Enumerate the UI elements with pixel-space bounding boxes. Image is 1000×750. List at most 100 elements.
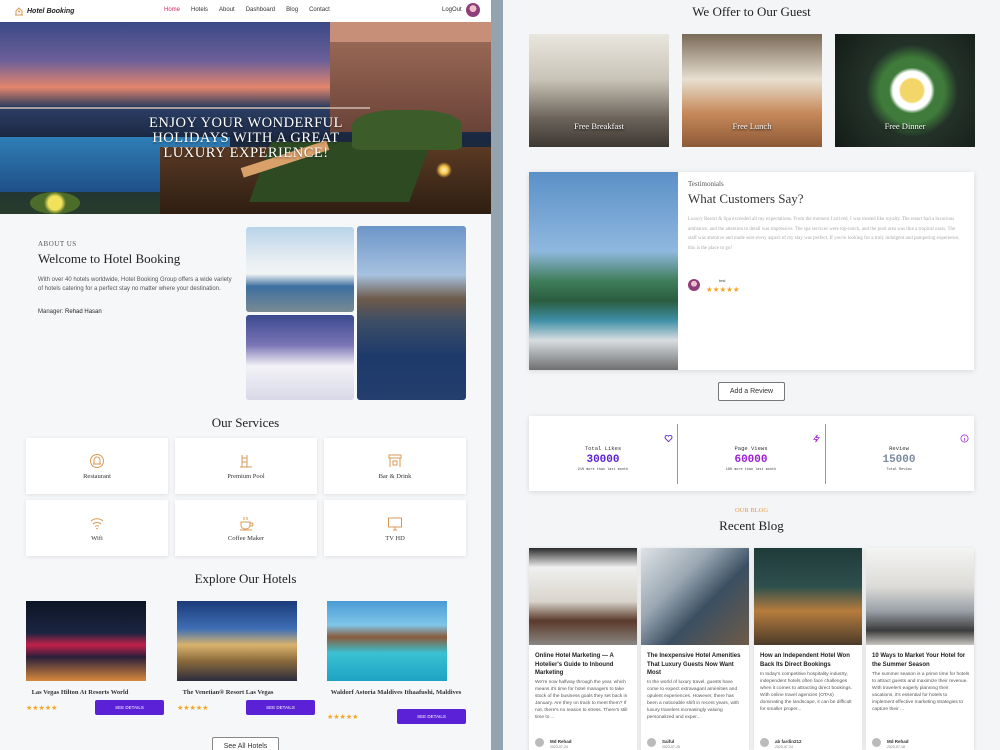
stat-title: Page Views bbox=[734, 445, 768, 452]
blog-author: Saiful bbox=[662, 739, 675, 744]
see-details-button[interactable]: SEE DETAILS bbox=[397, 709, 466, 724]
service-label: TV HD bbox=[385, 534, 405, 542]
wifi-icon bbox=[90, 517, 104, 529]
nav-dashboard[interactable]: Dashboard bbox=[246, 7, 275, 13]
author-avatar bbox=[647, 738, 656, 747]
brand-logo[interactable]: Hotel Booking bbox=[14, 6, 74, 16]
service-label: Coffee Maker bbox=[227, 534, 265, 542]
service-card-bar[interactable]: Bar & Drink bbox=[324, 438, 466, 494]
about-image-cliff bbox=[357, 226, 466, 400]
author-avatar bbox=[535, 738, 544, 747]
blog-date: 2023-07-24 bbox=[775, 745, 793, 749]
author-avatar bbox=[760, 738, 769, 747]
testimonial-text: Luxury Resort & Spa exceeded all my expe… bbox=[688, 217, 960, 251]
stat-review: Review 15000 Total Review bbox=[825, 416, 973, 491]
reviewer-avatar bbox=[688, 279, 700, 291]
testimonial-title: What Customers Say? bbox=[688, 191, 804, 206]
blog-author: Md Rehad bbox=[550, 739, 572, 744]
tv-icon bbox=[388, 517, 402, 530]
reviewer-stars: ★★★★★ bbox=[706, 285, 740, 294]
stat-subtitle: 21% more than last month bbox=[577, 468, 629, 472]
blog-author: ab fardin212 bbox=[775, 739, 802, 744]
hotel-logo-icon bbox=[15, 7, 23, 16]
service-label: Bar & Drink bbox=[378, 472, 412, 480]
about-text: With over 40 hotels worldwide, Hotel Boo… bbox=[38, 277, 232, 292]
about-image-terrace bbox=[246, 227, 354, 312]
stat-value: 60000 bbox=[734, 454, 768, 466]
stat-subtitle: Total Review bbox=[886, 468, 912, 472]
right-page-panel: We Offer to Our Guest Free Breakfast Fre… bbox=[503, 0, 1000, 750]
heart-icon bbox=[664, 435, 673, 443]
service-label: Wifi bbox=[91, 534, 103, 542]
service-card-restaurant[interactable]: Restaurant bbox=[26, 438, 168, 494]
service-label: Premium Pool bbox=[227, 472, 265, 480]
blog-card-title[interactable]: How an Independent Hotel Won Back Its Di… bbox=[760, 652, 858, 669]
see-details-button[interactable]: SEE DETAILS bbox=[95, 700, 164, 715]
blog-card[interactable]: The Inexpensive Hotel Amenities That Lux… bbox=[641, 548, 749, 750]
hero-title: Enjoy Your Wonderful Holidays With A Gre… bbox=[149, 115, 343, 161]
stat-total-likes: Total Likes 30000 21% more than last mon… bbox=[529, 416, 677, 491]
blog-image bbox=[866, 548, 974, 645]
blog-card-excerpt: We're now halfway through the year, whic… bbox=[535, 680, 628, 720]
author-avatar bbox=[872, 738, 881, 747]
blog-card-excerpt: In today's competitive hospitality indus… bbox=[760, 672, 852, 712]
blog-image bbox=[529, 548, 637, 645]
offer-card-dinner[interactable]: Free Dinner bbox=[835, 34, 975, 147]
stat-page-views: Page Views 60000 18% more than last mont… bbox=[677, 416, 825, 491]
nav-home[interactable]: Home bbox=[164, 7, 180, 13]
hero-lamp-image bbox=[436, 162, 452, 178]
hotel-image-waldorf-maldives[interactable] bbox=[327, 601, 447, 681]
hero-banner: Enjoy Your Wonderful Holidays With A Gre… bbox=[0, 22, 491, 214]
blog-card-title[interactable]: 10 Ways to Market Your Hotel for the Sum… bbox=[872, 652, 970, 669]
blog-card[interactable]: Online Hotel Marketing — A Hotelier's Gu… bbox=[529, 548, 637, 750]
service-card-pool[interactable]: Premium Pool bbox=[175, 438, 317, 494]
blog-card-title[interactable]: The Inexpensive Hotel Amenities That Lux… bbox=[647, 652, 745, 678]
logout-link[interactable]: LogOut bbox=[442, 7, 462, 13]
hotel-image-venetian[interactable] bbox=[177, 601, 297, 681]
testimonial-resort-image bbox=[529, 172, 678, 370]
coffee-icon bbox=[240, 516, 254, 530]
lightning-icon bbox=[813, 434, 820, 443]
reviewer-name: test bbox=[719, 278, 726, 283]
stat-value: 30000 bbox=[586, 454, 620, 466]
blog-label: OUR BLOG bbox=[734, 507, 769, 514]
see-all-hotels-button[interactable]: See All Hotels bbox=[212, 737, 279, 750]
hotel-name: The Venetian® Resort Las Vegas bbox=[182, 689, 274, 696]
see-details-button[interactable]: SEE DETAILS bbox=[246, 700, 315, 715]
offer-card-lunch[interactable]: Free Lunch bbox=[682, 34, 822, 147]
blog-card-title[interactable]: Online Hotel Marketing — A Hotelier's Gu… bbox=[535, 652, 633, 678]
hero-flowers-image bbox=[30, 192, 80, 214]
nav-contact[interactable]: Contact bbox=[309, 7, 330, 13]
hotel-rating-stars: ★★★★★ bbox=[26, 705, 58, 712]
hero-rail-image bbox=[0, 107, 370, 113]
add-review-button[interactable]: Add a Review bbox=[718, 382, 785, 401]
services-title: Our Services bbox=[211, 415, 280, 430]
nav-about[interactable]: About bbox=[219, 7, 235, 13]
blog-author: Md Rehad bbox=[887, 739, 909, 744]
hotel-name: Waldorf Astoria Maldives Ithaafushi, Mal… bbox=[330, 689, 462, 696]
offer-card-breakfast[interactable]: Free Breakfast bbox=[529, 34, 669, 147]
offers-title: We Offer to Our Guest bbox=[692, 4, 811, 19]
nav-hotels[interactable]: Hotels bbox=[191, 7, 208, 13]
stat-value: 15000 bbox=[882, 454, 916, 466]
service-card-coffee[interactable]: Coffee Maker bbox=[175, 500, 317, 556]
offer-label: Free Breakfast bbox=[574, 121, 624, 131]
testimonial-label: Testimonials bbox=[688, 180, 724, 188]
hotel-rating-stars: ★★★★★ bbox=[327, 714, 359, 721]
blog-card[interactable]: 10 Ways to Market Your Hotel for the Sum… bbox=[866, 548, 974, 750]
user-avatar[interactable] bbox=[466, 3, 480, 17]
service-card-tv[interactable]: TV HD bbox=[324, 500, 466, 556]
blog-date: 2023-07-24 bbox=[550, 745, 568, 749]
blog-card[interactable]: How an Independent Hotel Won Back Its Di… bbox=[754, 548, 862, 750]
top-navbar: Hotel Booking Home Hotels About Dashboar… bbox=[0, 0, 491, 22]
manager-name: Rehad Hasan bbox=[65, 309, 102, 315]
service-card-wifi[interactable]: Wifi bbox=[26, 500, 168, 556]
about-label: ABOUT US bbox=[38, 240, 77, 248]
blog-card-excerpt: The summer season is a prime time for ho… bbox=[872, 672, 970, 712]
hero-bush-image bbox=[352, 110, 462, 150]
manager-label: Manager: bbox=[38, 309, 64, 315]
blog-image bbox=[754, 548, 862, 645]
about-title: Welcome to Hotel Booking bbox=[38, 251, 181, 266]
nav-blog[interactable]: Blog bbox=[286, 7, 298, 13]
hotel-image-las-vegas-hilton[interactable] bbox=[26, 601, 146, 681]
